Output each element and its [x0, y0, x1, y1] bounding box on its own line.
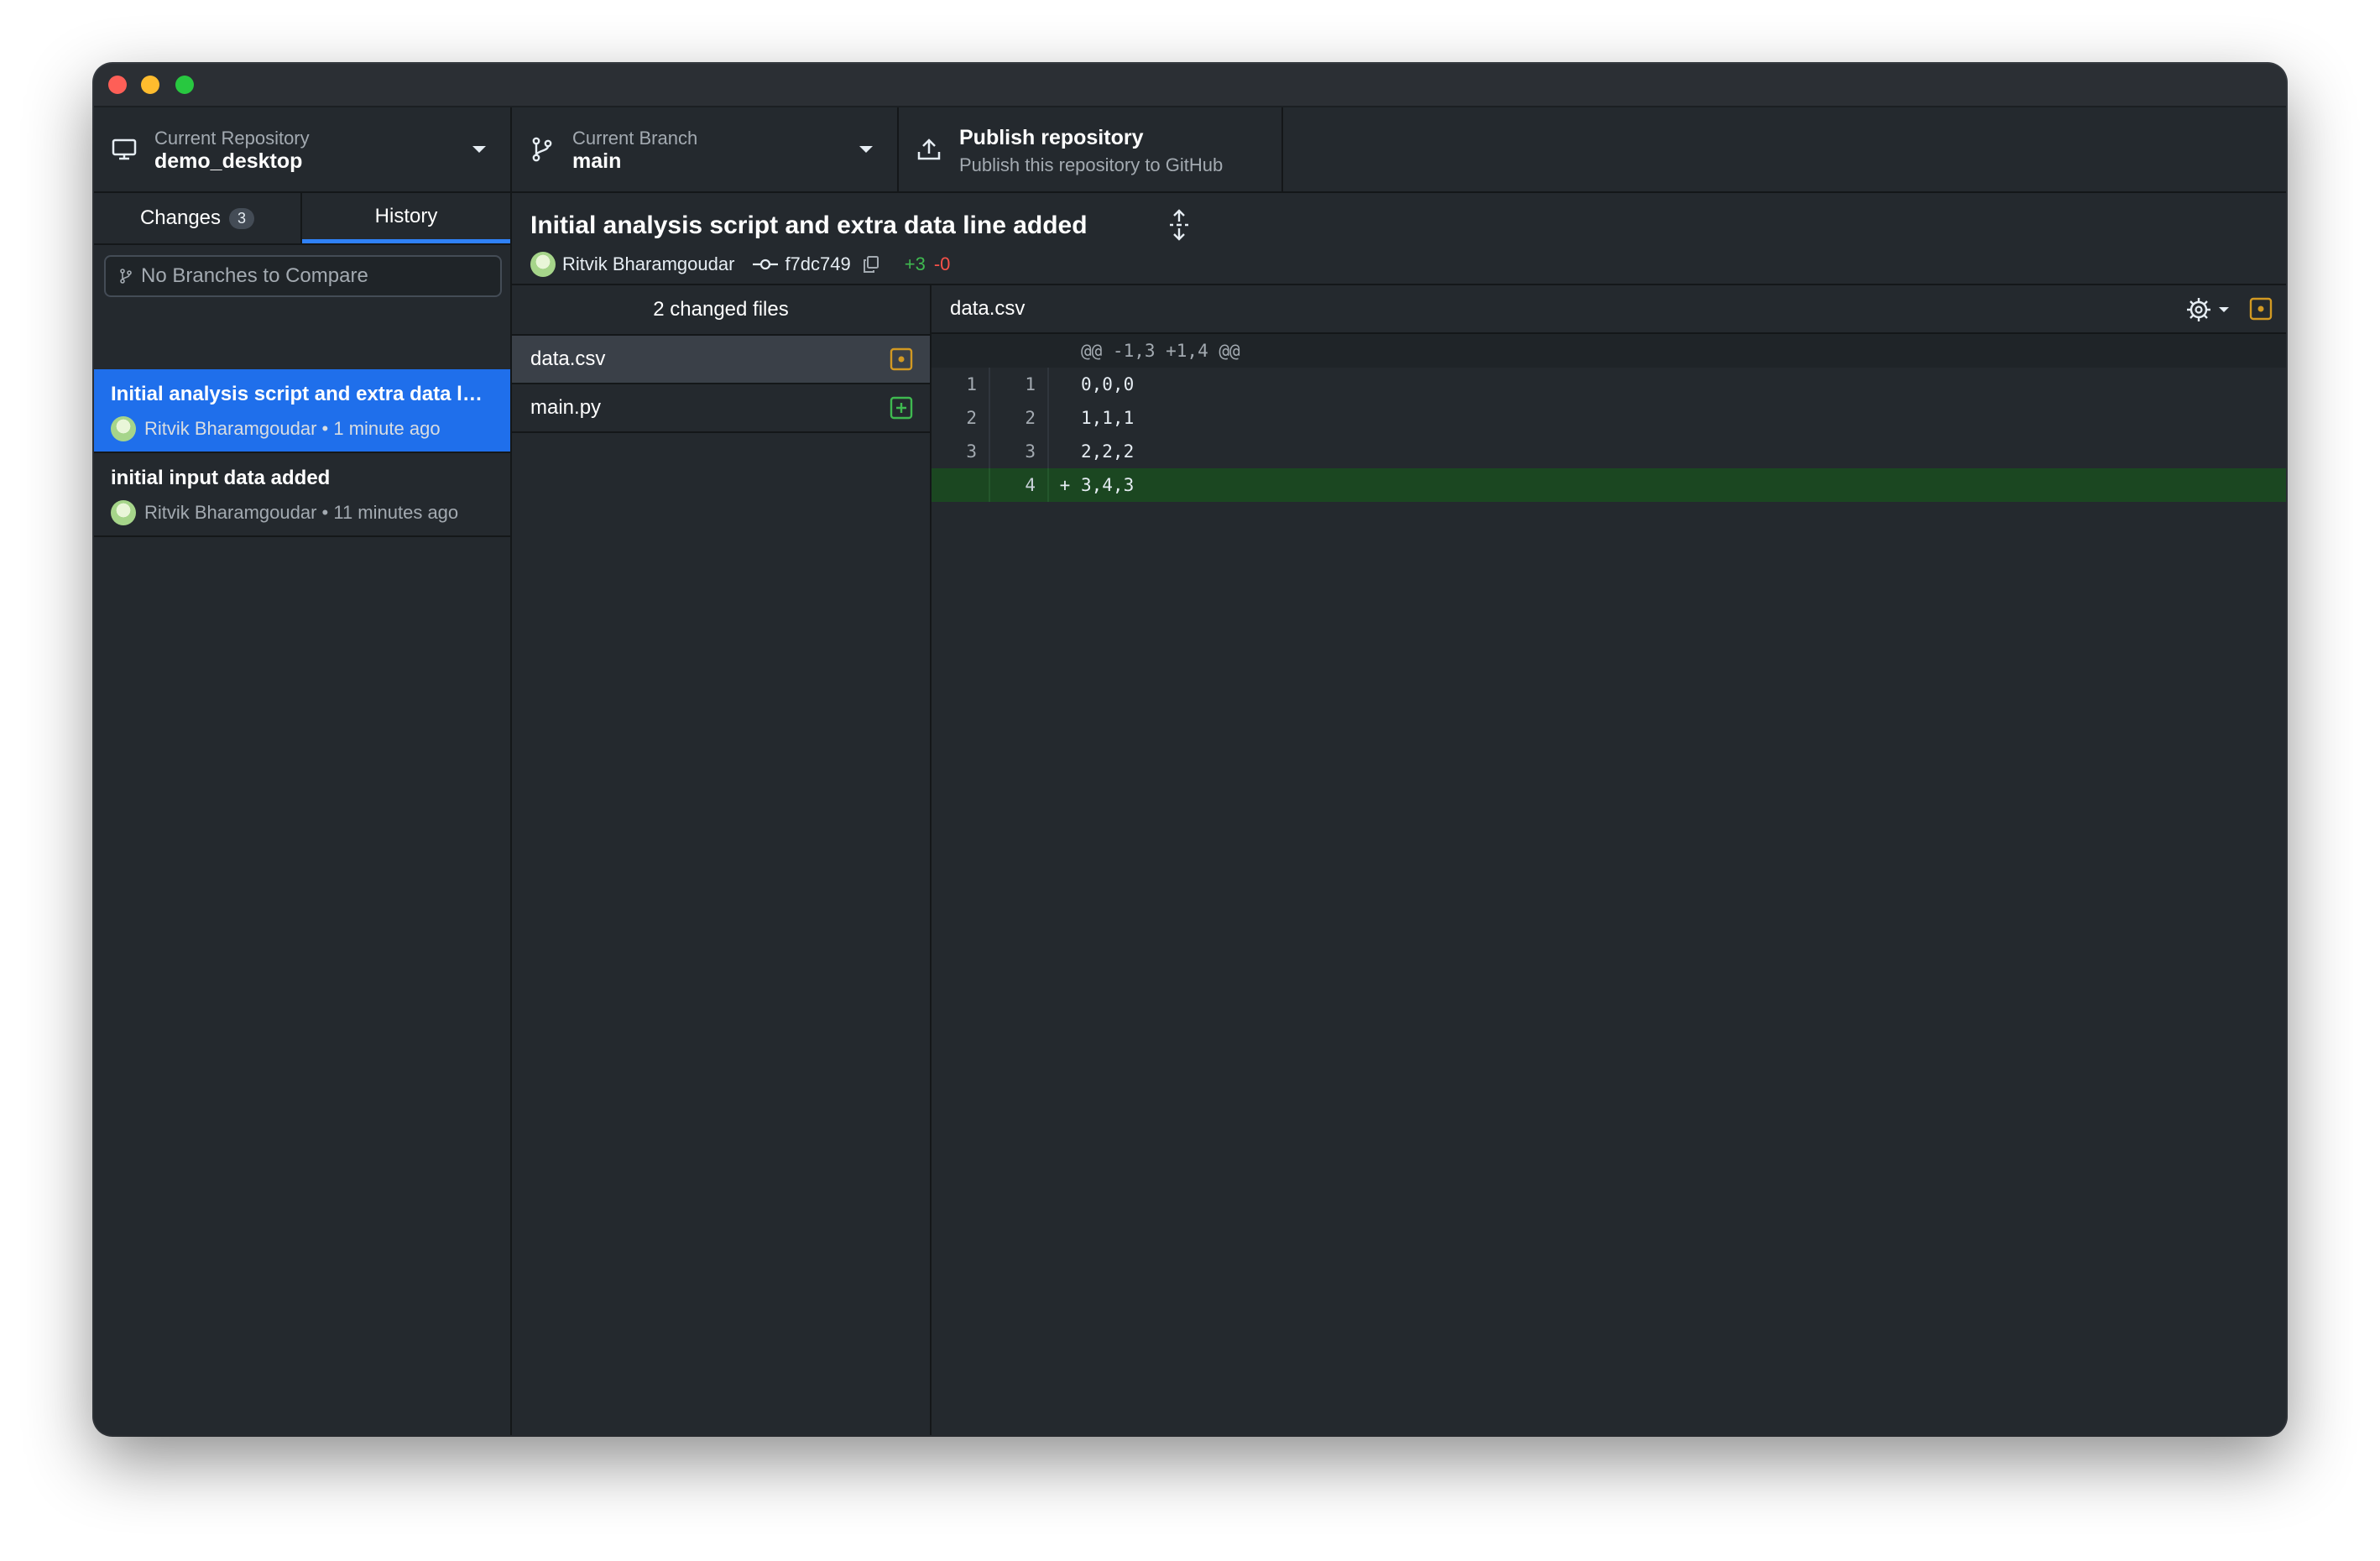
changes-count-badge: 3	[229, 207, 255, 229]
hunk-text: @@ -1,3 +1,4 @@	[1081, 341, 1240, 361]
commit-summary-header: Initial analysis script and extra data l…	[512, 193, 2286, 285]
old-line-number: 2	[932, 401, 990, 435]
tab-changes-label: Changes	[139, 206, 222, 229]
commit-author-time: Ritvik Bharamgoudar • 11 minutes ago	[144, 502, 459, 523]
app-window: Current Repository demo_desktop Current …	[94, 64, 2286, 1435]
publish-title: Publish repository	[959, 126, 1144, 149]
new-line-number: 4	[990, 468, 1049, 502]
commit-meta: Ritvik Bharamgoudar • 1 minute ago	[111, 416, 441, 441]
file-modified-icon	[2249, 297, 2273, 321]
publish-repository-button[interactable]: Publish repository Publish this reposito…	[899, 107, 1283, 191]
commit-title: initial input data added	[111, 467, 331, 489]
diff-line[interactable]: 1 1 0,0,0	[932, 368, 2286, 401]
commit-author: Ritvik Bharamgoudar	[562, 253, 735, 274]
file-added-icon	[890, 396, 913, 420]
unfold-icon[interactable]	[1165, 208, 1193, 242]
commit-meta: Ritvik Bharamgoudar • 11 minutes ago	[111, 500, 458, 525]
title-bar	[94, 64, 2286, 107]
commit-meta-row: Ritvik Bharamgoudar f7dc749 +3 -0	[530, 252, 950, 277]
deletions-count: -0	[933, 253, 951, 274]
current-repository-dropdown[interactable]: Current Repository demo_desktop	[94, 107, 512, 191]
diff-line-text: 1,1,1	[1081, 408, 1135, 428]
branch-name: main	[572, 149, 622, 173]
commit-sha: f7dc749	[785, 253, 851, 274]
diff-hunk-header: @@ -1,3 +1,4 @@	[932, 334, 2286, 368]
toolbar: Current Repository demo_desktop Current …	[94, 107, 2286, 193]
changed-files-header: 2 changed files	[512, 285, 930, 336]
close-window-button[interactable]	[108, 76, 127, 94]
old-line-number	[932, 468, 990, 502]
branch-label: Current Branch	[572, 128, 698, 149]
file-modified-icon	[890, 347, 913, 371]
repository-name: demo_desktop	[154, 149, 303, 173]
diff-line-text: 0,0,0	[1081, 374, 1135, 394]
commit-author-time: Ritvik Bharamgoudar • 1 minute ago	[144, 418, 441, 439]
repository-label: Current Repository	[154, 128, 310, 149]
new-line-number: 2	[990, 401, 1049, 435]
git-commit-icon	[753, 258, 779, 270]
diff-panel: data.csv @@ -1,3 +1,4 @@ 1 1 0,0,0 2 2 1…	[932, 285, 2286, 1435]
caret-down-icon	[472, 146, 486, 153]
avatar	[111, 416, 136, 441]
minimize-window-button[interactable]	[141, 76, 159, 94]
file-name: main.py	[530, 396, 602, 419]
new-line-number	[990, 334, 1049, 368]
diff-lines: @@ -1,3 +1,4 @@ 1 1 0,0,0 2 2 1,1,1 3 3 …	[932, 334, 2286, 502]
publish-subtitle: Publish this repository to GitHub	[959, 154, 1224, 175]
upload-icon	[917, 138, 941, 160]
caret-down-icon	[859, 146, 873, 153]
commit-title: Initial analysis script and extra data l…	[111, 383, 485, 405]
changed-files-panel: 2 changed files data.csv main.py	[512, 285, 932, 1435]
old-line-number	[932, 334, 990, 368]
new-line-number: 3	[990, 435, 1049, 468]
gear-icon[interactable]	[2185, 295, 2234, 324]
diff-header: data.csv	[932, 285, 2286, 334]
sidebar: Changes 3 History No Branches to Compare…	[94, 193, 512, 1435]
tab-history-label: History	[374, 204, 438, 227]
desktop-icon	[112, 138, 137, 160]
git-branch-icon	[120, 269, 132, 284]
diff-filename: data.csv	[950, 297, 1026, 320]
old-line-number: 3	[932, 435, 990, 468]
commit-list-item[interactable]: initial input data added Ritvik Bharamgo…	[94, 453, 510, 537]
current-branch-dropdown[interactable]: Current Branch main	[512, 107, 899, 191]
commit-heading: Initial analysis script and extra data l…	[530, 211, 1088, 239]
avatar	[111, 500, 136, 525]
git-branch-icon	[532, 137, 552, 162]
file-row-data-csv[interactable]: data.csv	[512, 336, 930, 384]
tab-changes[interactable]: Changes 3	[94, 193, 302, 243]
sidebar-tabs: Changes 3 History	[94, 193, 510, 245]
branch-compare-input[interactable]: No Branches to Compare	[104, 255, 502, 297]
file-row-main-py[interactable]: main.py	[512, 384, 930, 433]
tab-history[interactable]: History	[302, 193, 510, 243]
new-line-number: 1	[990, 368, 1049, 401]
additions-count: +3	[904, 253, 926, 274]
file-name: data.csv	[530, 347, 606, 370]
diff-line-added[interactable]: 4 + 3,4,3	[932, 468, 2286, 502]
commit-list-item[interactable]: Initial analysis script and extra data l…	[94, 369, 510, 453]
diff-line[interactable]: 3 3 2,2,2	[932, 435, 2286, 468]
avatar	[530, 252, 556, 277]
compare-placeholder: No Branches to Compare	[141, 264, 368, 287]
diff-marker: +	[1059, 475, 1071, 495]
copy-icon[interactable]	[863, 255, 879, 274]
diff-line[interactable]: 2 2 1,1,1	[932, 401, 2286, 435]
maximize-window-button[interactable]	[175, 76, 194, 94]
commit-list: Initial analysis script and extra data l…	[94, 369, 510, 537]
diff-line-text: 2,2,2	[1081, 441, 1135, 462]
old-line-number: 1	[932, 368, 990, 401]
diff-line-text: 3,4,3	[1081, 475, 1135, 495]
